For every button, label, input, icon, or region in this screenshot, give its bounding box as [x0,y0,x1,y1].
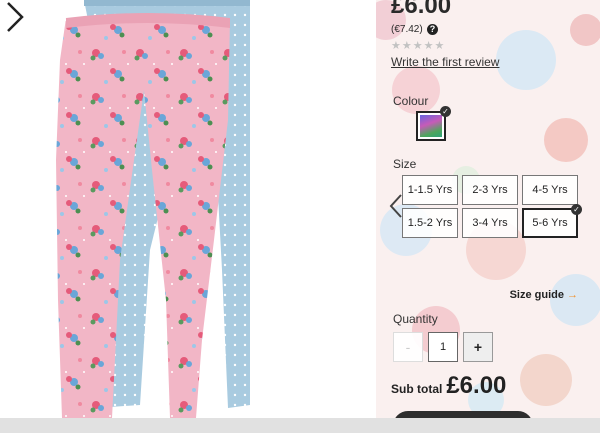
size-label: Size [393,157,417,171]
price: £6.00 [391,0,452,19]
prev-size-arrow-icon[interactable] [388,192,404,220]
check-icon: ✓ [440,106,451,117]
product-image [56,0,250,418]
colour-label: Colour [393,94,429,108]
price-eur: (€7.42) [391,24,423,35]
product-details-panel: £6.00 (€7.42) ? ★★★★★ Write the first re… [376,0,600,418]
size-option-4-5-yrs[interactable]: 4-5 Yrs [522,175,578,205]
subtotal-amount: £6.00 [446,372,507,399]
bottom-scrollbar[interactable] [0,418,600,433]
add-to-basket-button[interactable] [393,411,533,418]
quantity-input[interactable]: 1 [428,332,458,362]
size-option-1-1-5-yrs[interactable]: 1-1.5 Yrs [402,175,458,205]
arrow-right-icon: → [567,289,578,301]
rating-stars: ★★★★★ [391,40,446,52]
size-selected-check-icon: ✓ [571,204,582,215]
size-option-3-4-yrs[interactable]: 3-4 Yrs [462,208,518,238]
quantity-decrease-button[interactable]: - [393,332,423,362]
size-option-1-5-2-yrs[interactable]: 1.5-2 Yrs [402,208,458,238]
size-option-5-6-yrs[interactable]: 5-6 Yrs [522,208,578,238]
size-guide-link[interactable]: Size guide → [510,289,578,301]
size-guide-label: Size guide [509,289,564,301]
write-review-link[interactable]: Write the first review [391,55,499,69]
product-image-gallery [0,0,376,418]
swatch-fill [420,115,442,137]
quantity-increase-button[interactable]: + [463,332,493,362]
next-image-arrow-icon[interactable] [0,0,28,34]
size-option-2-3-yrs[interactable]: 2-3 Yrs [462,175,518,205]
subtotal: Sub total £6.00 [391,372,506,400]
quantity-label: Quantity [393,312,438,326]
subtotal-label: Sub total [391,382,443,396]
help-icon[interactable]: ? [427,24,438,35]
